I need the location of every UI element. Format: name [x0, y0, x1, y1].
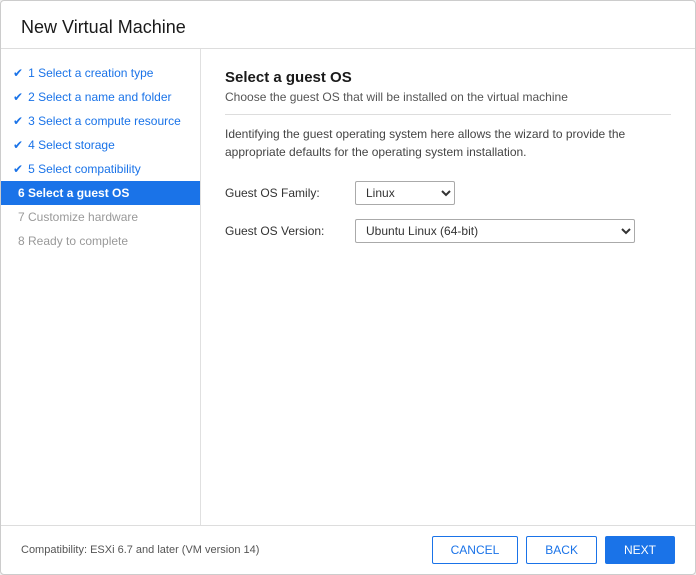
new-vm-dialog: New Virtual Machine ✔ 1 Select a creatio…: [0, 0, 696, 575]
compatibility-text: Compatibility: ESXi 6.7 and later (VM ve…: [21, 544, 424, 556]
sidebar-label-step2: 2 Select a name and folder: [28, 90, 171, 104]
sidebar-item-step7: 7 Customize hardware: [1, 205, 200, 229]
sidebar: ✔ 1 Select a creation type ✔ 2 Select a …: [1, 49, 201, 525]
os-family-select[interactable]: Linux Windows Other: [355, 181, 455, 205]
next-button[interactable]: NEXT: [605, 536, 675, 564]
dialog-title: New Virtual Machine: [21, 17, 675, 38]
sidebar-label-step4: 4 Select storage: [28, 138, 115, 152]
sidebar-item-step5[interactable]: ✔ 5 Select compatibility: [1, 157, 200, 181]
section-title: Select a guest OS: [225, 69, 671, 86]
section-subtitle: Choose the guest OS that will be install…: [225, 90, 671, 115]
os-family-label: Guest OS Family:: [225, 186, 355, 200]
check-icon-step1: ✔: [13, 66, 23, 80]
sidebar-item-step2[interactable]: ✔ 2 Select a name and folder: [1, 85, 200, 109]
os-version-label: Guest OS Version:: [225, 224, 355, 238]
check-icon-step3: ✔: [13, 114, 23, 128]
os-family-row: Guest OS Family: Linux Windows Other: [225, 181, 671, 205]
main-content: Select a guest OS Choose the guest OS th…: [201, 49, 695, 525]
sidebar-item-step8: 8 Ready to complete: [1, 229, 200, 253]
sidebar-label-step7: 7 Customize hardware: [18, 210, 138, 224]
sidebar-item-step1[interactable]: ✔ 1 Select a creation type: [1, 61, 200, 85]
sidebar-label-step1: 1 Select a creation type: [28, 66, 153, 80]
sidebar-label-step3: 3 Select a compute resource: [28, 114, 181, 128]
dialog-header: New Virtual Machine: [1, 1, 695, 49]
sidebar-label-step8: 8 Ready to complete: [18, 234, 128, 248]
back-button[interactable]: BACK: [526, 536, 597, 564]
check-icon-step5: ✔: [13, 162, 23, 176]
check-icon-step4: ✔: [13, 138, 23, 152]
os-version-row: Guest OS Version: Ubuntu Linux (64-bit) …: [225, 219, 671, 243]
sidebar-item-step6[interactable]: 6 Select a guest OS: [1, 181, 200, 205]
os-version-select[interactable]: Ubuntu Linux (64-bit) Ubuntu Linux (32-b…: [355, 219, 635, 243]
cancel-button[interactable]: CANCEL: [432, 536, 519, 564]
sidebar-label-step6: 6 Select a guest OS: [18, 186, 129, 200]
check-icon-step2: ✔: [13, 90, 23, 104]
description: Identifying the guest operating system h…: [225, 125, 671, 161]
sidebar-item-step3[interactable]: ✔ 3 Select a compute resource: [1, 109, 200, 133]
sidebar-label-step5: 5 Select compatibility: [28, 162, 141, 176]
dialog-footer: Compatibility: ESXi 6.7 and later (VM ve…: [1, 525, 695, 574]
sidebar-item-step4[interactable]: ✔ 4 Select storage: [1, 133, 200, 157]
dialog-body: ✔ 1 Select a creation type ✔ 2 Select a …: [1, 49, 695, 525]
